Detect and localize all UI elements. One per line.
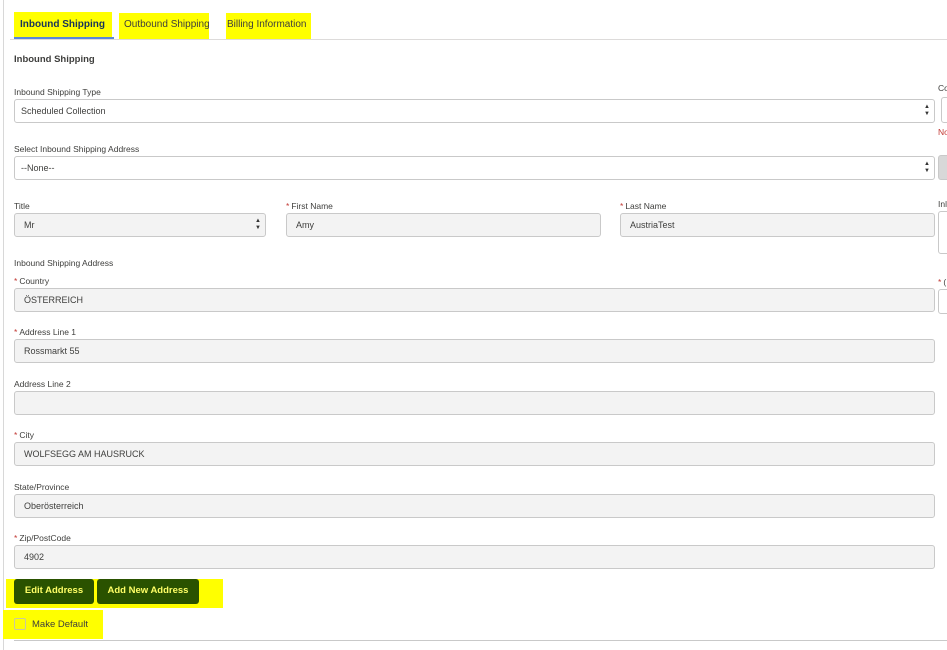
- first-name-label: * First Name: [286, 201, 333, 211]
- title-select[interactable]: Mr ▲ ▼: [14, 213, 266, 237]
- zip-input[interactable]: 4902: [14, 545, 935, 569]
- city-input[interactable]: WOLFSEGG AM HAUSRUCK: [14, 442, 935, 466]
- address2-input[interactable]: [14, 391, 935, 415]
- shipping-type-select[interactable]: Scheduled Collection ▲ ▼: [14, 99, 935, 123]
- right-textarea-clipped[interactable]: [938, 211, 947, 254]
- address-heading: Inbound Shipping Address: [14, 258, 114, 268]
- right-input-clipped[interactable]: [941, 97, 947, 123]
- country-label: * Country: [14, 276, 50, 286]
- shipping-type-label: Inbound Shipping Type: [14, 87, 101, 97]
- select-address-select[interactable]: --None-- ▲ ▼: [14, 156, 935, 180]
- zip-label: * Zip/PostCode: [14, 533, 71, 543]
- select-arrows-icon: ▲ ▼: [924, 161, 930, 174]
- address1-input[interactable]: Rossmarkt 55: [14, 339, 935, 363]
- city-label: * City: [14, 430, 34, 440]
- right-label-clipped: Co: [938, 83, 947, 93]
- select-address-value: --None--: [21, 163, 55, 173]
- left-border: [3, 0, 4, 650]
- right-error-clipped: No: [938, 127, 947, 137]
- tab-inbound-shipping[interactable]: Inbound Shipping: [14, 12, 114, 39]
- address2-label: Address Line 2: [14, 379, 71, 389]
- section-title: Inbound Shipping: [14, 54, 95, 65]
- right-label2-clipped: Inl: [938, 199, 947, 209]
- state-input[interactable]: Oberösterreich: [14, 494, 935, 518]
- country-input[interactable]: ÖSTERREICH: [14, 288, 935, 312]
- shipping-type-value: Scheduled Collection: [21, 106, 106, 116]
- state-label: State/Province: [14, 482, 70, 492]
- select-address-label: Select Inbound Shipping Address: [14, 144, 140, 154]
- tab-billing-information[interactable]: Billing Information: [221, 12, 312, 39]
- make-default-label: Make Default: [32, 619, 88, 630]
- address1-label: * Address Line 1: [14, 327, 77, 337]
- add-new-address-button[interactable]: Add New Address: [97, 579, 199, 604]
- bottom-divider: [14, 640, 947, 641]
- first-name-input[interactable]: Amy: [286, 213, 601, 237]
- right-button-clipped[interactable]: [938, 155, 947, 180]
- right-input3-clipped[interactable]: [938, 289, 947, 314]
- title-label: Title: [14, 201, 30, 211]
- select-arrows-icon: ▲ ▼: [255, 218, 261, 231]
- tab-outbound-shipping[interactable]: Outbound Shipping: [118, 12, 216, 39]
- title-value: Mr: [24, 220, 35, 230]
- tab-divider: [10, 39, 947, 40]
- make-default-checkbox[interactable]: [14, 618, 26, 630]
- last-name-input[interactable]: AustriaTest: [620, 213, 935, 237]
- last-name-label: * Last Name: [620, 201, 667, 211]
- select-arrows-icon: ▲ ▼: [924, 104, 930, 117]
- right-label3-clipped: *(: [938, 277, 947, 287]
- edit-address-button[interactable]: Edit Address: [14, 579, 94, 604]
